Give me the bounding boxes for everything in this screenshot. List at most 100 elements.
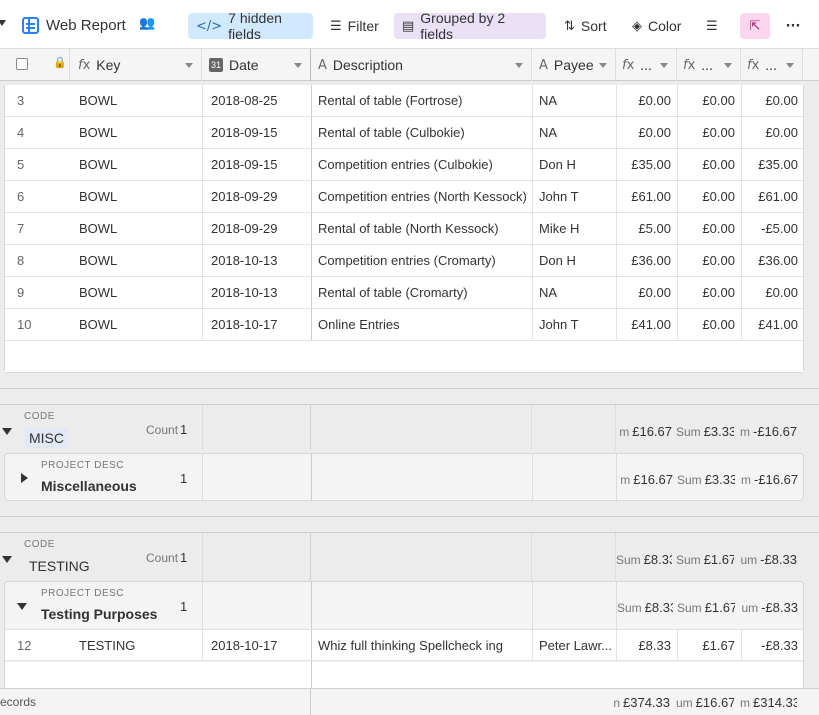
formula-3-cell[interactable]: £61.00 xyxy=(742,181,798,212)
date-cell[interactable]: 2018-10-13 xyxy=(211,245,311,276)
formula-2-cell[interactable]: £0.00 xyxy=(678,117,735,148)
description-cell[interactable]: Rental of table (North Kessock) xyxy=(318,213,532,244)
date-cell[interactable]: 2018-09-29 xyxy=(211,181,311,212)
summary-sum-1[interactable]: n £374.33 xyxy=(610,695,670,710)
payee-cell[interactable]: John T xyxy=(539,309,615,340)
formula-3-cell[interactable]: £0.00 xyxy=(742,277,798,308)
collapse-group-icon[interactable] xyxy=(2,428,12,435)
key-cell[interactable]: BOWL xyxy=(79,309,199,340)
formula-1-cell[interactable]: £35.00 xyxy=(617,149,671,180)
description-cell[interactable]: Competition entries (North Kessock) xyxy=(318,181,532,212)
color-button[interactable]: ◈ Color xyxy=(624,13,689,39)
formula-1-cell[interactable]: £36.00 xyxy=(617,245,671,276)
header-date[interactable]: 31 Date xyxy=(202,49,311,81)
view-menu-caret-icon[interactable] xyxy=(0,20,6,26)
key-cell[interactable]: BOWL xyxy=(79,245,199,276)
formula-3-cell[interactable]: -£5.00 xyxy=(742,213,798,244)
date-cell[interactable]: 2018-10-17 xyxy=(211,309,311,340)
table-row[interactable]: 9 BOWL 2018-10-13 Rental of table (Croma… xyxy=(5,277,803,309)
header-formula-1[interactable]: fx ... xyxy=(616,49,677,81)
description-cell[interactable]: Rental of table (Cromarty) xyxy=(318,277,532,308)
payee-cell[interactable]: Don H xyxy=(539,149,615,180)
collapse-subgroup-icon[interactable] xyxy=(17,603,27,610)
table-row[interactable]: 5 BOWL 2018-09-15 Competition entries (C… xyxy=(5,149,803,181)
key-cell[interactable]: BOWL xyxy=(79,149,199,180)
payee-cell[interactable]: NA xyxy=(539,277,615,308)
table-row[interactable]: 8 BOWL 2018-10-13 Competition entries (C… xyxy=(5,245,803,277)
formula-2-cell[interactable]: £0.00 xyxy=(678,245,735,276)
payee-cell[interactable]: NA xyxy=(539,85,615,116)
description-cell[interactable]: Competition entries (Cromarty) xyxy=(318,245,532,276)
formula-1-cell[interactable]: £5.00 xyxy=(617,213,671,244)
date-cell[interactable]: 2018-08-25 xyxy=(211,85,311,116)
formula-3-cell[interactable]: £0.00 xyxy=(742,85,798,116)
description-cell[interactable]: Rental of table (Fortrose) xyxy=(318,85,532,116)
formula-2-cell[interactable]: £0.00 xyxy=(678,309,735,340)
description-cell[interactable]: Competition entries (Culbokie) xyxy=(318,149,532,180)
date-cell[interactable]: 2018-10-17 xyxy=(211,630,311,661)
formula-2-cell[interactable]: £0.00 xyxy=(678,149,735,180)
formula-1-cell[interactable]: £8.33 xyxy=(617,630,671,661)
chevron-down-icon[interactable] xyxy=(724,63,732,68)
table-row[interactable]: 10 BOWL 2018-10-17 Online Entries John T… xyxy=(5,309,803,341)
description-cell[interactable]: Online Entries xyxy=(318,309,532,340)
formula-3-cell[interactable]: -£8.33 xyxy=(742,630,798,661)
header-key[interactable]: fx Key xyxy=(70,49,202,81)
expand-subgroup-icon[interactable] xyxy=(21,473,28,483)
chevron-down-icon[interactable] xyxy=(515,63,523,68)
header-formula-2[interactable]: fx ... xyxy=(677,49,741,81)
group-button[interactable]: ▤ Grouped by 2 fields xyxy=(394,10,546,42)
date-cell[interactable]: 2018-09-15 xyxy=(211,117,311,148)
chevron-down-icon[interactable] xyxy=(294,63,302,68)
key-cell[interactable]: TESTING xyxy=(79,630,199,661)
payee-cell[interactable]: Peter Lawr... xyxy=(539,630,615,661)
header-payee[interactable]: A Payee xyxy=(532,49,616,81)
collaborators-icon[interactable]: 👥 xyxy=(139,17,155,30)
key-cell[interactable]: BOWL xyxy=(79,117,199,148)
formula-1-cell[interactable]: £61.00 xyxy=(617,181,671,212)
formula-1-cell[interactable]: £41.00 xyxy=(617,309,671,340)
formula-2-cell[interactable]: £0.00 xyxy=(678,213,735,244)
filter-button[interactable]: ☰ Filter xyxy=(322,13,387,39)
date-cell[interactable]: 2018-09-29 xyxy=(211,213,311,244)
collapse-group-icon[interactable] xyxy=(2,556,12,563)
hidden-fields-button[interactable]: </> 7 hidden fields xyxy=(188,10,313,42)
formula-2-cell[interactable]: £0.00 xyxy=(678,181,735,212)
formula-1-cell[interactable]: £0.00 xyxy=(617,277,671,308)
description-cell[interactable]: Whiz full thinking Spellcheck ing xyxy=(318,630,532,661)
formula-3-cell[interactable]: £0.00 xyxy=(742,117,798,148)
view-name[interactable]: Web Report xyxy=(46,17,126,34)
payee-cell[interactable]: Don H xyxy=(539,245,615,276)
key-cell[interactable]: BOWL xyxy=(79,277,199,308)
add-record-row[interactable] xyxy=(5,341,803,372)
formula-3-cell[interactable]: £36.00 xyxy=(742,245,798,276)
formula-2-cell[interactable]: £1.67 xyxy=(678,630,735,661)
chevron-down-icon[interactable] xyxy=(660,63,668,68)
table-row[interactable]: 4 BOWL 2018-09-15 Rental of table (Culbo… xyxy=(5,117,803,149)
sort-button[interactable]: ⇅ Sort xyxy=(556,13,615,39)
row-height-button[interactable]: ☰ xyxy=(698,13,728,39)
date-cell[interactable]: 2018-09-15 xyxy=(211,149,311,180)
key-cell[interactable]: BOWL xyxy=(79,181,199,212)
summary-sum-2[interactable]: um £16.67 xyxy=(676,695,734,710)
table-row[interactable]: 12 TESTING 2018-10-17 Whiz full thinking… xyxy=(5,629,803,661)
description-cell[interactable]: Rental of table (Culbokie) xyxy=(318,117,532,148)
more-options-button[interactable]: ··· xyxy=(780,13,806,39)
header-description[interactable]: A Description xyxy=(311,49,532,81)
header-formula-3[interactable]: fx ... xyxy=(741,49,803,81)
chevron-down-icon[interactable] xyxy=(599,63,607,68)
chevron-down-icon[interactable] xyxy=(185,63,193,68)
table-row[interactable]: 7 BOWL 2018-09-29 Rental of table (North… xyxy=(5,213,803,245)
payee-cell[interactable]: NA xyxy=(539,117,615,148)
payee-cell[interactable]: Mike H xyxy=(539,213,615,244)
table-row[interactable]: 6 BOWL 2018-09-29 Competition entries (N… xyxy=(5,181,803,213)
key-cell[interactable]: BOWL xyxy=(79,85,199,116)
select-all-checkbox[interactable] xyxy=(16,58,28,70)
formula-1-cell[interactable]: £0.00 xyxy=(617,85,671,116)
share-view-button[interactable]: ⇱ xyxy=(740,13,770,39)
table-row[interactable]: 3 BOWL 2018-08-25 Rental of table (Fortr… xyxy=(5,85,803,117)
chevron-down-icon[interactable] xyxy=(786,63,794,68)
summary-sum-3[interactable]: m £314.33 xyxy=(740,695,797,710)
formula-1-cell[interactable]: £0.00 xyxy=(617,117,671,148)
formula-3-cell[interactable]: £35.00 xyxy=(742,149,798,180)
